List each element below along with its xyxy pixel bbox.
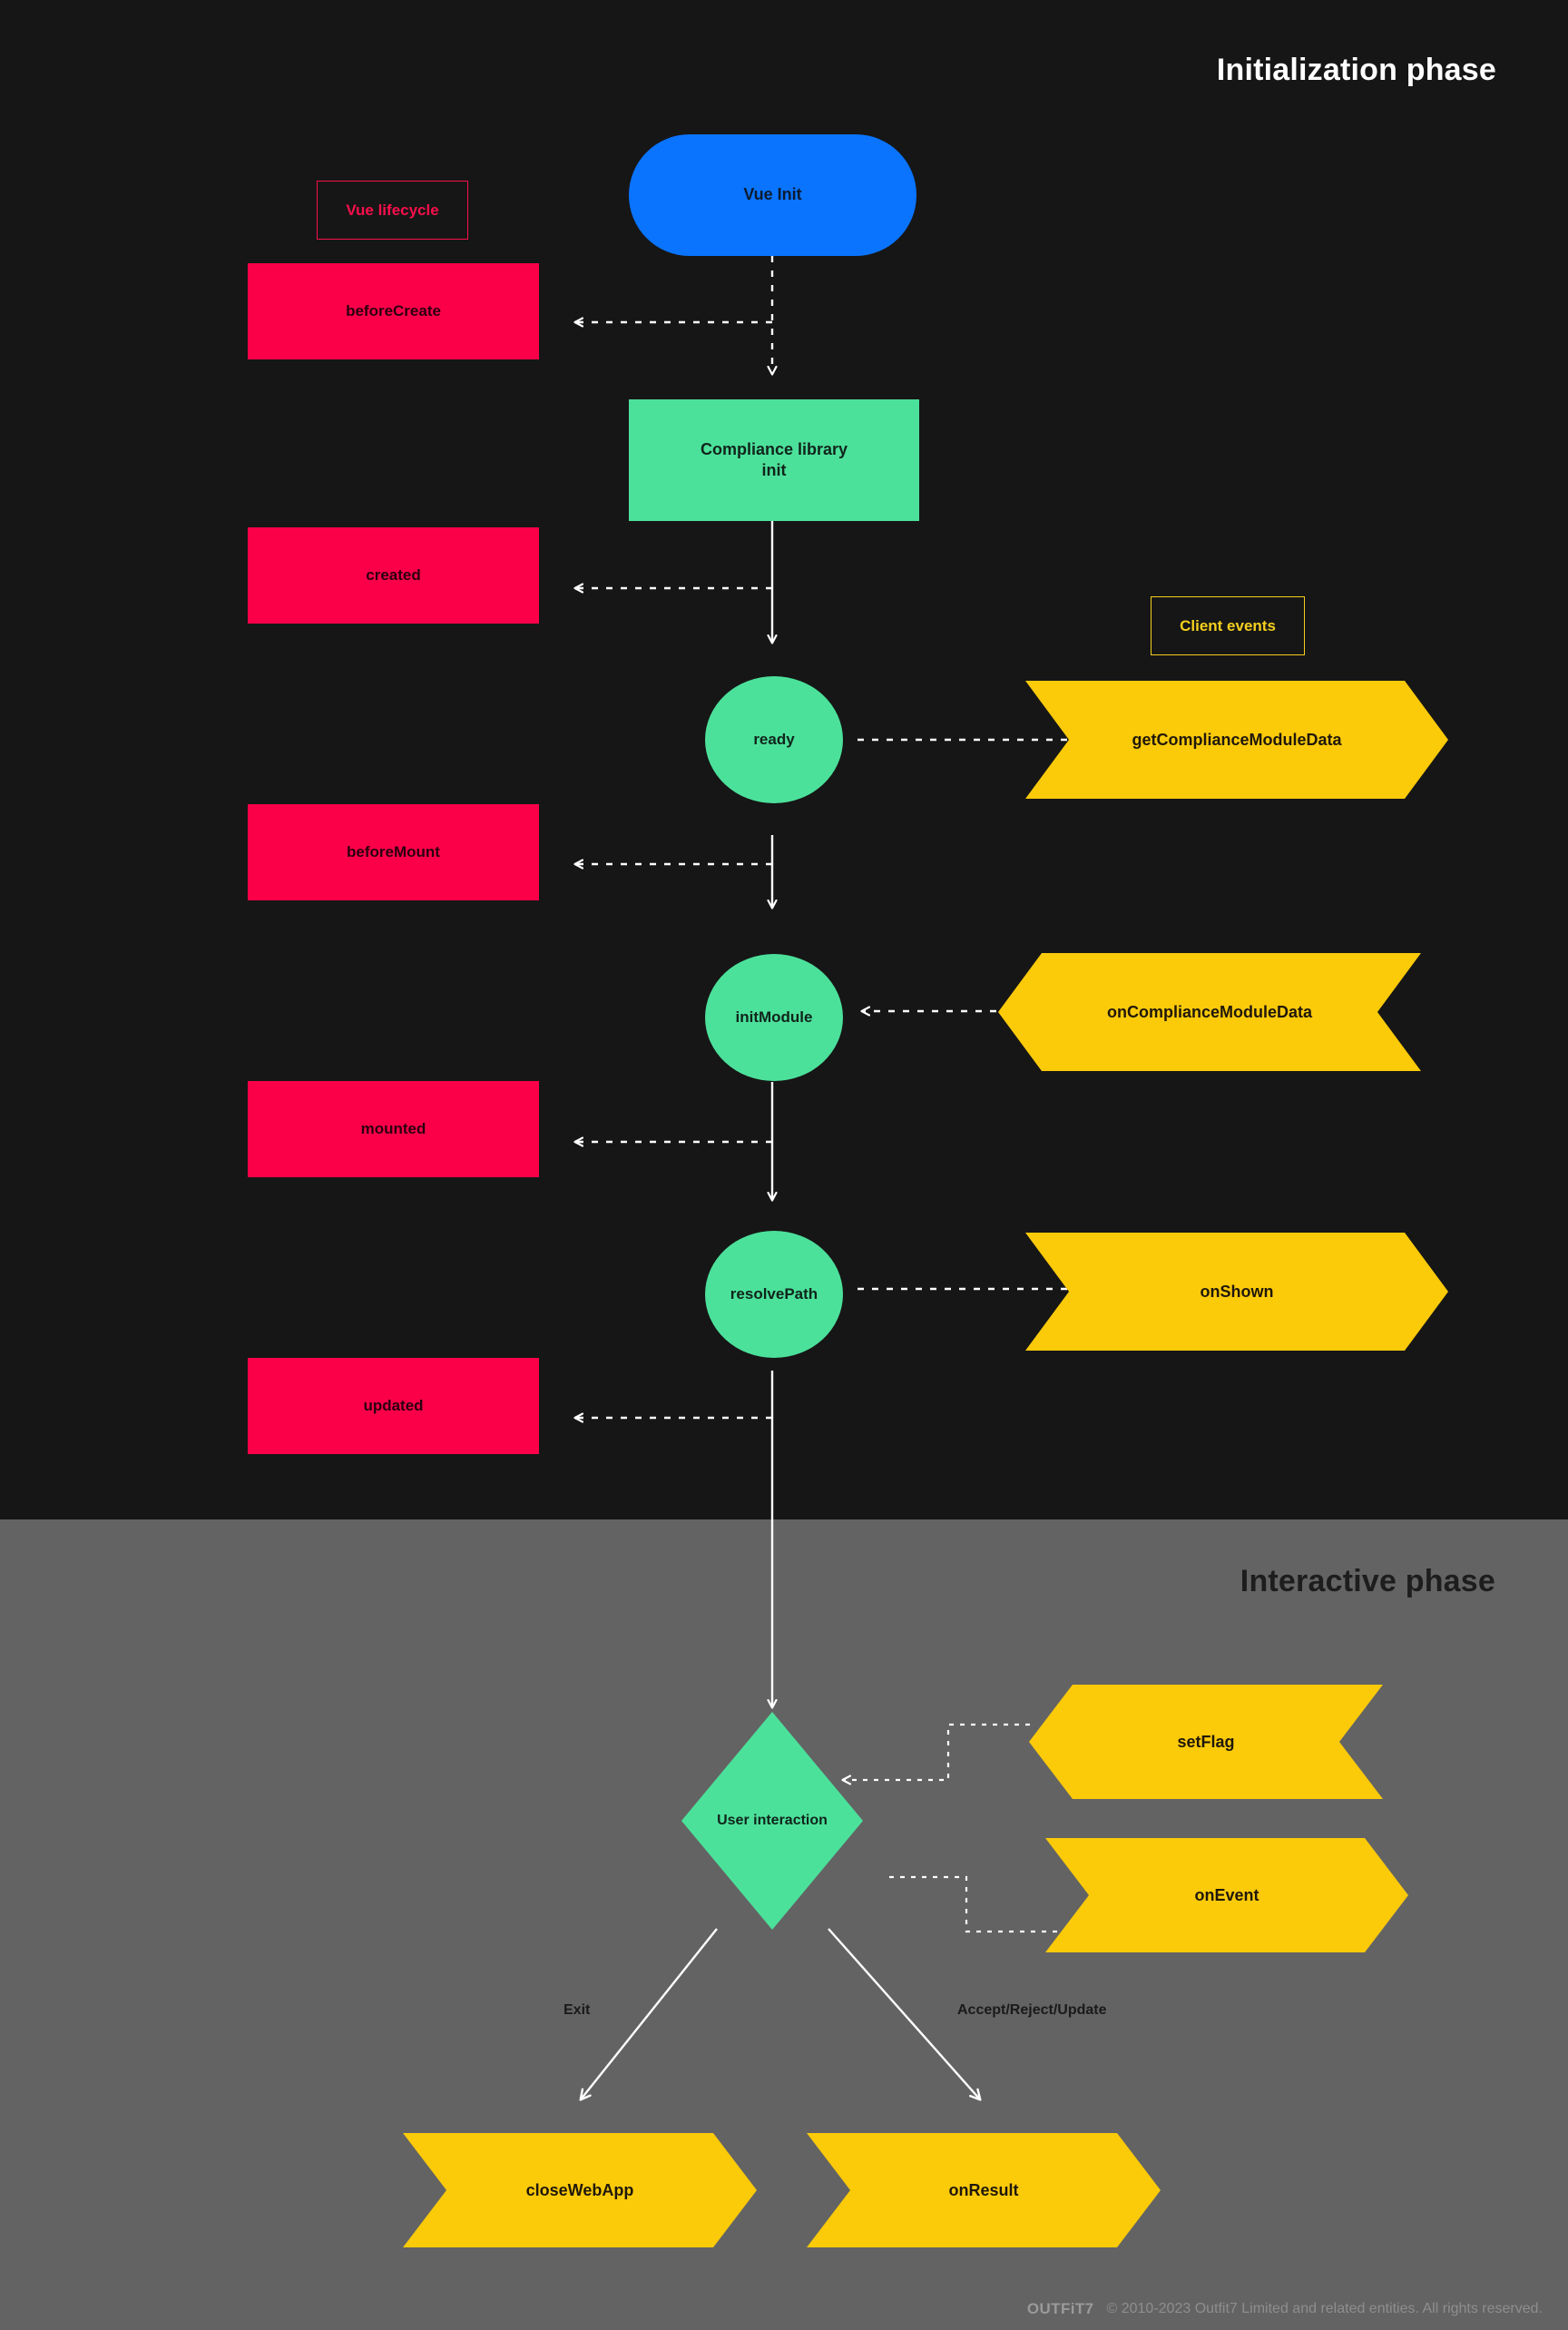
event-closewebapp[interactable]: closeWebApp <box>403 2133 757 2247</box>
diagram-canvas: Initialization phase Interactive phase V… <box>0 0 1568 2330</box>
node-lifecycle-updated-label: updated <box>363 1397 424 1415</box>
node-lifecycle-mounted[interactable]: mounted <box>248 1081 539 1177</box>
legend-client-events: Client events <box>1151 596 1305 655</box>
node-user-interaction-label: User interaction <box>717 1813 828 1828</box>
node-ready-label: ready <box>753 731 795 749</box>
edge-label-exit: Exit <box>564 2002 591 2018</box>
node-lifecycle-beforecreate-label: beforeCreate <box>346 302 441 320</box>
node-compliance-library-init[interactable]: Compliance library init <box>629 399 919 521</box>
event-onresult[interactable]: onResult <box>807 2133 1161 2247</box>
page-title-initialization: Initialization phase <box>1216 53 1496 87</box>
footer: OUTFiT7 © 2010-2023 Outfit7 Limited and … <box>0 2287 1568 2330</box>
event-onshown[interactable]: onShown <box>1025 1233 1448 1351</box>
event-setflag[interactable]: setFlag <box>1029 1685 1383 1799</box>
node-lifecycle-beforemount[interactable]: beforeMount <box>248 804 539 900</box>
outfit7-logo: OUTFiT7 <box>1026 2299 1094 2317</box>
event-getcompliancemoduledata[interactable]: getComplianceModuleData <box>1025 681 1448 799</box>
event-oncompliancemoduledata[interactable]: onComplianceModuleData <box>998 953 1421 1071</box>
event-closewebapp-label: closeWebApp <box>525 2180 634 2199</box>
edge-label-accept-reject-update: Accept/Reject/Update <box>957 2002 1107 2018</box>
node-lifecycle-mounted-label: mounted <box>360 1120 426 1138</box>
node-vue-init[interactable]: Vue Init <box>629 134 916 256</box>
node-init-module-label: initModule <box>735 1008 813 1027</box>
node-resolve-path[interactable]: resolvePath <box>705 1231 843 1358</box>
node-init-module[interactable]: initModule <box>705 954 843 1081</box>
event-onshown-label: onShown <box>1200 1282 1274 1301</box>
node-lifecycle-beforecreate[interactable]: beforeCreate <box>248 263 539 359</box>
copyright-text: © 2010-2023 Outfit7 Limited and related … <box>1106 2300 1544 2316</box>
node-compliance-library-init-label: Compliance library init <box>700 439 848 479</box>
node-ready[interactable]: ready <box>705 676 843 803</box>
node-lifecycle-created[interactable]: created <box>248 527 539 624</box>
node-lifecycle-created-label: created <box>366 566 421 585</box>
event-onevent-label: onEvent <box>1194 1885 1259 1904</box>
event-onresult-label: onResult <box>948 2180 1019 2199</box>
event-oncompliancemoduledata-label: onComplianceModuleData <box>1106 1002 1313 1021</box>
node-user-interaction[interactable]: User interaction <box>681 1712 863 1930</box>
node-resolve-path-label: resolvePath <box>730 1285 818 1303</box>
legend-vue-lifecycle: Vue lifecycle <box>317 181 468 240</box>
node-vue-init-label: Vue Init <box>743 185 802 204</box>
node-lifecycle-beforemount-label: beforeMount <box>347 843 440 861</box>
event-getcompliancemoduledata-label: getComplianceModuleData <box>1132 730 1342 749</box>
event-onevent[interactable]: onEvent <box>1045 1838 1408 1952</box>
page-title-interactive: Interactive phase <box>1240 1564 1495 1598</box>
event-setflag-label: setFlag <box>1177 1732 1235 1751</box>
node-lifecycle-updated[interactable]: updated <box>248 1358 539 1454</box>
